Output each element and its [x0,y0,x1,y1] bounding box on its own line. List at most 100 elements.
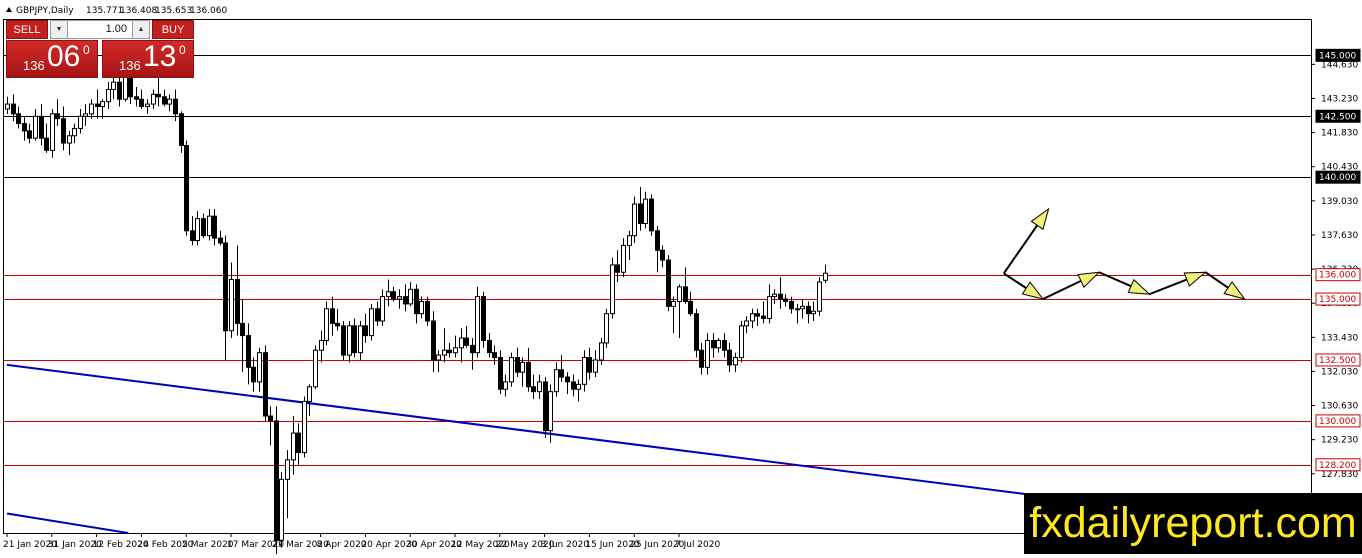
candle-body-bear [274,420,279,541]
x-tick-label: 3 Jun 2020 [541,540,590,550]
candle-body-bull [576,383,581,390]
one-click-trading-panel: SELL ▼ 1.00 ▲ BUY 136 06 0 136 13 0 [6,20,194,78]
candle-body-bear [806,305,811,315]
collapse-triangle-icon[interactable] [6,7,12,12]
candle-body-bear [761,315,766,320]
level-label-text: 135.000 [1319,295,1356,305]
level-label-text: 140.000 [1319,173,1356,183]
lot-decrease-icon[interactable]: ▼ [51,21,68,38]
candle-body-bear [162,96,167,105]
candle-body-bear [783,298,788,302]
candle-body-bear [464,337,469,346]
candle-body-bull [397,296,402,300]
lot-size-value[interactable]: 1.00 [106,21,127,38]
sell-price-pips: 06 [47,40,81,73]
candle-body-bull [319,339,324,351]
chart[interactable]: 144.630 143.230 141.830 140.430 139.030 137.6… [0,0,1362,555]
candle-body-bear [235,279,240,324]
candle-body-bull [347,325,352,356]
candle-body-bull [100,101,105,108]
candle-body-bull [554,369,559,393]
candle-body-bull [33,115,38,139]
candle-body-bear [218,237,223,244]
candle-body-bear [363,325,368,337]
candle-body-bear [487,339,492,354]
candle-body-bear [11,103,16,115]
candle-body-bull [621,244,626,273]
ohlc-close: 136.060 [190,6,227,16]
candle-body-bull [610,264,615,315]
candle-body-bull [677,286,682,302]
symbol-timeframe: GBPJPY,Daily [16,6,74,16]
candle-body-bear [778,293,783,300]
candle-body-bull [369,308,374,337]
candle-body-bull [593,359,598,373]
sell-price-button[interactable]: 136 06 0 [6,40,98,78]
candle [666,255,671,312]
candle-body-bull [5,103,10,110]
candle-body-bear [414,288,419,315]
candle-body-bull [739,325,744,359]
candle-body-bear [391,291,396,300]
candle-body-bear [61,118,66,144]
candle-body-bull [705,339,710,368]
candle-body-bull [111,81,116,90]
buy-button[interactable]: BUY [152,20,194,39]
candle-body-bear [481,296,486,341]
sell-button[interactable]: SELL [6,20,48,39]
candle-body-bear [251,366,256,383]
candle-body-bear [559,369,564,378]
sell-price-prefix: 136 [23,58,45,73]
candle-body-bear [615,264,620,273]
ohlc-open: 135.771 [86,6,123,16]
candle-body-bear [722,339,727,351]
y-tick-label: 129.230 [1321,436,1358,446]
level-label-text: 136.000 [1319,271,1356,281]
y-tick-label: 133.430 [1321,333,1358,343]
candle [263,345,268,421]
candle-body-bull [324,308,329,341]
candle [184,140,189,236]
level-label-text: 145.000 [1319,51,1356,61]
candle-body-bear [694,313,699,351]
candle-body-bear [403,296,408,305]
candle-body-bear [246,335,251,368]
sell-price-fraction: 0 [83,43,90,57]
candle-body-bear [688,300,693,315]
price-chart[interactable]: 144.630143.230141.830140.430139.030137.6… [0,0,1362,555]
candle [632,196,637,243]
candle-body-bear [447,349,452,354]
candle-body-bear [683,286,688,302]
candle [369,303,374,341]
chart-frame [3,19,1312,534]
candle-body-bear [711,339,716,349]
candle-body-bull [582,357,587,385]
level-label: 128.200 [1315,458,1361,472]
candle-body-bull [78,115,83,129]
candle-body-bull [386,291,391,298]
candle-body-bear [425,300,430,322]
candle-body-bear [565,376,570,383]
level-label: 132.500 [1315,353,1361,367]
candle-body-bear [649,198,654,232]
lot-increase-icon[interactable]: ▲ [132,21,149,38]
candle-body-bear [27,130,32,139]
candle-body-bull [229,279,234,332]
candle-body-bull [307,386,312,402]
candle-body-bull [408,288,413,305]
candle [649,194,654,236]
candle-body-bear [655,230,660,251]
candle [543,377,548,438]
candle-body-bear [44,137,49,151]
candle-body-bear [699,349,704,368]
candle [739,320,744,363]
lot-size-input[interactable]: ▼ 1.00 ▲ [50,20,150,39]
candle-body-bear [727,349,732,366]
candle [604,308,609,348]
candle-body-bear [190,230,195,242]
candle-body-bear [492,352,497,359]
candle-body-bear [117,81,122,100]
buy-price-button[interactable]: 136 13 0 [102,40,194,78]
candle [509,352,514,387]
candle-body-bull [419,300,424,315]
